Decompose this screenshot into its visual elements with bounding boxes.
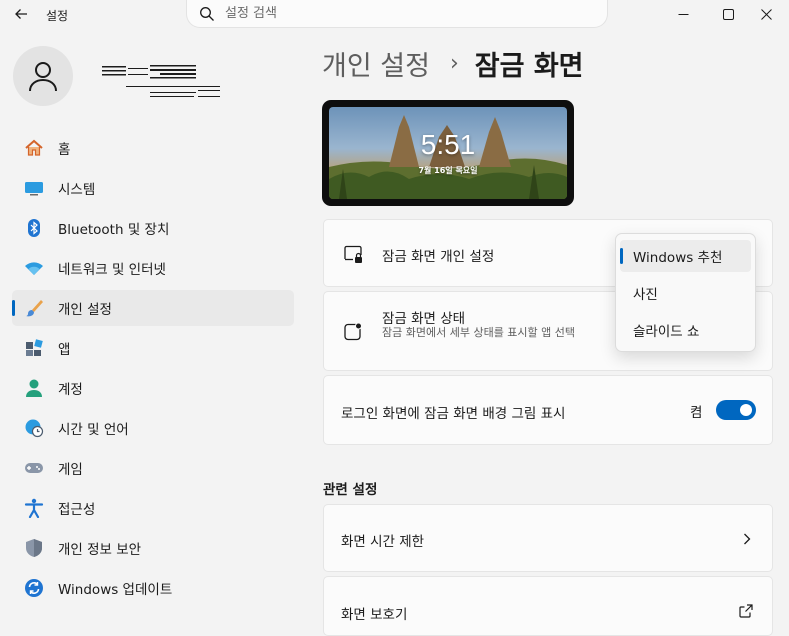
title-bar: 설정 <box>0 0 789 30</box>
chevron-right-icon <box>744 533 751 545</box>
sidebar-item-time-language[interactable]: 시간 및 언어 <box>12 410 294 446</box>
related-item-label: 화면 시간 제한 <box>341 534 425 550</box>
brush-icon <box>24 298 44 318</box>
close-button[interactable] <box>743 0 789 28</box>
lock-screen-personalize-title: 잠금 화면 개인 설정 <box>382 249 495 265</box>
close-icon <box>760 8 772 20</box>
related-item-screen-timeout[interactable]: 화면 시간 제한 <box>323 504 773 572</box>
breadcrumb-separator: › <box>449 51 459 76</box>
signin-background-card: 로그인 화면에 잠금 화면 배경 그림 표시 <box>323 375 773 445</box>
bluetooth-icon <box>24 218 44 238</box>
sidebar-item-privacy[interactable]: 개인 정보 보안 <box>12 530 294 566</box>
sidebar-item-home[interactable]: 홈 <box>12 130 294 166</box>
status-icon <box>342 321 364 343</box>
back-arrow-icon <box>15 9 27 19</box>
lock-screen-status-description: 잠금 화면에서 세부 상태를 표시할 앱 선택 <box>382 326 576 339</box>
app-title: 설정 <box>46 9 69 23</box>
sidebar-item-accessibility[interactable]: 접근성 <box>12 490 294 526</box>
sidebar-item-label: 네트워크 및 인터넷 <box>58 262 166 278</box>
related-item-label: 화면 보호기 <box>341 607 408 623</box>
lock-screen-status-title: 잠금 화면 상태 <box>382 311 466 327</box>
sidebar-item-system[interactable]: 시스템 <box>12 170 294 206</box>
apps-icon <box>24 338 44 358</box>
sidebar-nav: 홈 시스템 Bluetooth 및 장치 네트워크 및 인터넷 개인 설정 앱 <box>12 130 294 610</box>
sidebar-item-gaming[interactable]: 게임 <box>12 450 294 486</box>
related-item-screen-saver[interactable]: 화면 보호기 <box>323 576 773 636</box>
breadcrumb-parent[interactable]: 개인 설정 <box>322 44 430 83</box>
breadcrumb: 개인 설정 › 잠금 화면 <box>322 44 584 83</box>
dropdown-option-picture[interactable]: 사진 <box>620 277 751 309</box>
sidebar-item-apps[interactable]: 앱 <box>12 330 294 366</box>
sidebar-item-label: 개인 설정 <box>58 302 112 318</box>
lock-screen-personalize-dropdown[interactable]: Windows 추천 사진 슬라이드 쇼 <box>615 233 756 352</box>
sidebar-item-network[interactable]: 네트워크 및 인터넷 <box>12 250 294 286</box>
search-box[interactable] <box>186 0 608 28</box>
search-input[interactable] <box>225 6 585 21</box>
toggle-knob <box>740 404 752 416</box>
sidebar-item-label: 접근성 <box>58 502 96 518</box>
sidebar-item-label: Bluetooth 및 장치 <box>58 222 170 238</box>
lock-screen-icon <box>342 243 364 265</box>
sidebar-item-label: 계정 <box>58 382 83 398</box>
globe-clock-icon <box>24 418 44 438</box>
sidebar-item-label: 시스템 <box>58 182 96 198</box>
preview-clock: 5:51 <box>420 129 476 160</box>
sidebar-item-label: 앱 <box>58 342 71 358</box>
sidebar-item-windows-update[interactable]: Windows 업데이트 <box>12 570 294 606</box>
back-button[interactable] <box>8 2 34 26</box>
signin-background-title: 로그인 화면에 잠금 화면 배경 그림 표시 <box>341 406 566 422</box>
sidebar-item-personalization[interactable]: 개인 설정 <box>12 290 294 326</box>
sidebar-item-label: 시간 및 언어 <box>58 422 129 438</box>
home-icon <box>24 138 44 158</box>
account-icon <box>24 378 44 398</box>
signin-background-toggle[interactable] <box>716 400 756 420</box>
minimize-icon <box>678 13 688 15</box>
sidebar-item-label: 홈 <box>58 142 71 158</box>
page-title: 잠금 화면 <box>474 51 584 82</box>
user-icon <box>29 62 57 92</box>
gamepad-icon <box>24 458 44 478</box>
wifi-icon <box>24 258 44 278</box>
redacted-account-name <box>102 65 220 97</box>
update-icon <box>24 578 44 598</box>
maximize-icon <box>722 8 734 20</box>
accessibility-icon <box>24 498 44 518</box>
lock-screen-preview: 5:51 7월 16일 목요일 <box>322 100 574 206</box>
monitor-icon <box>24 178 44 198</box>
sidebar-item-label: 게임 <box>58 462 83 478</box>
dropdown-option-windows-spotlight[interactable]: Windows 추천 <box>620 240 751 272</box>
dropdown-option-slideshow[interactable]: 슬라이드 쇼 <box>620 314 751 346</box>
search-icon <box>200 6 214 21</box>
preview-image: 5:51 7월 16일 목요일 <box>329 107 567 199</box>
avatar[interactable] <box>13 46 73 106</box>
shield-icon <box>24 538 44 558</box>
toggle-state-label: 켬 <box>690 405 703 421</box>
external-link-icon <box>739 604 753 618</box>
sidebar-item-label: 개인 정보 보안 <box>58 542 142 558</box>
preview-date: 7월 16일 목요일 <box>418 166 478 175</box>
related-settings-heading: 관련 설정 <box>323 482 378 498</box>
minimize-button[interactable] <box>660 0 706 28</box>
sidebar-item-label: Windows 업데이트 <box>58 582 173 598</box>
sidebar-item-accounts[interactable]: 계정 <box>12 370 294 406</box>
sidebar-item-bluetooth[interactable]: Bluetooth 및 장치 <box>12 210 294 246</box>
